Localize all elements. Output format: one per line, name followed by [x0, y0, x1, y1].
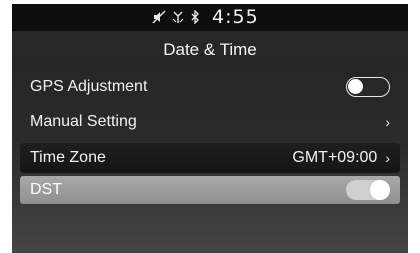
bluetooth-icon: [190, 10, 200, 24]
dst-toggle[interactable]: [346, 180, 390, 200]
gps-adjustment-row[interactable]: GPS Adjustment: [20, 72, 400, 102]
toggle-knob: [370, 180, 390, 200]
chevron-right-icon: ›: [385, 114, 390, 130]
page-title: Date & Time: [163, 40, 257, 59]
time-zone-value: GMT+09:00: [292, 149, 378, 166]
manual-setting-label: Manual Setting: [30, 113, 137, 130]
dst-row[interactable]: DST: [20, 176, 400, 204]
time-zone-label: Time Zone: [30, 149, 106, 166]
gps-adjustment-label: GPS Adjustment: [30, 78, 148, 95]
mute-icon: [152, 10, 166, 24]
status-bar: 4:55: [12, 4, 408, 31]
antenna-icon: [172, 10, 184, 24]
head-unit-screen: 4:55 Date & Time GPS Adjustment Manual S…: [12, 4, 408, 253]
time-zone-row[interactable]: Time Zone GMT+09:00 ›: [20, 143, 400, 173]
dst-label: DST: [30, 181, 62, 198]
chevron-right-icon: ›: [385, 150, 390, 166]
toggle-knob: [348, 79, 363, 94]
clock: 4:55: [212, 6, 259, 28]
manual-setting-row[interactable]: Manual Setting ›: [20, 107, 400, 137]
status-icons: [152, 7, 200, 27]
gps-adjustment-toggle[interactable]: [346, 77, 390, 97]
